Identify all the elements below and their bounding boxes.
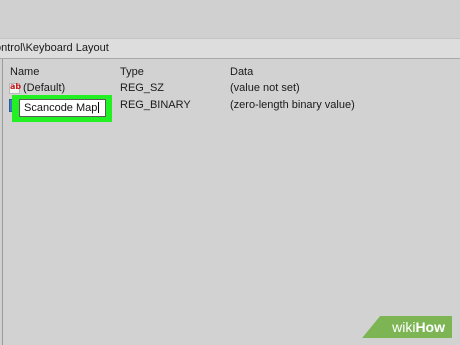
- address-bar[interactable]: ontrol\Keyboard Layout: [0, 38, 460, 59]
- watermark-how-text: How: [415, 319, 445, 335]
- value-type: REG_SZ: [120, 82, 165, 94]
- value-name: (Default): [23, 82, 66, 94]
- value-type: REG_BINARY: [120, 99, 191, 111]
- rename-input-text: Scancode Map: [24, 102, 98, 114]
- column-header-name[interactable]: Name: [10, 66, 39, 78]
- text-cursor: [98, 102, 100, 113]
- address-path: ontrol\Keyboard Layout: [0, 42, 109, 54]
- column-header-type[interactable]: Type: [120, 66, 144, 78]
- rename-input[interactable]: Scancode Map: [19, 99, 106, 117]
- string-value-icon: ab: [9, 82, 21, 94]
- value-data: (value not set): [230, 82, 300, 94]
- value-data: (zero-length binary value): [230, 99, 355, 111]
- watermark-wiki-text: wiki: [392, 319, 416, 335]
- column-header-data[interactable]: Data: [230, 66, 253, 78]
